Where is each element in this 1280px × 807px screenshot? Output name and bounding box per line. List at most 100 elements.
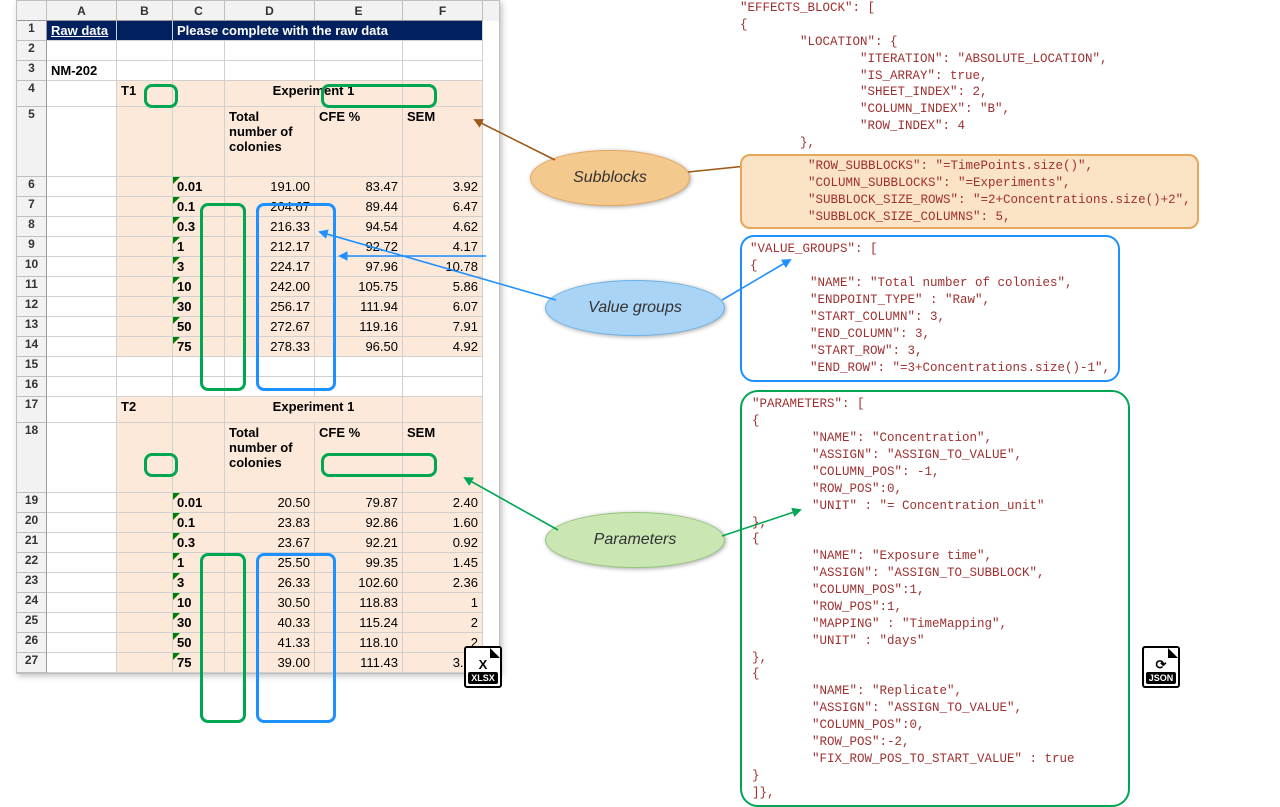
cfe-cell: 79.87 xyxy=(315,493,403,513)
total-cell: 41.33 xyxy=(225,633,315,653)
row-1: 1 Raw data Please complete with the raw … xyxy=(17,21,499,41)
total-cell: 23.83 xyxy=(225,513,315,533)
title-left: Raw data xyxy=(47,21,117,41)
data-row: 91212.1792.724.17 xyxy=(17,237,499,257)
conc-cell: 75 xyxy=(173,653,225,673)
data-row: 103224.1797.9610.78 xyxy=(17,257,499,277)
sem-cell: 2 xyxy=(403,613,483,633)
row-3: 3 NM-202 xyxy=(17,61,499,81)
exp1-cell-t2: Experiment 1 xyxy=(225,397,403,423)
cfe-cell: 92.72 xyxy=(315,237,403,257)
total-cell: 216.33 xyxy=(225,217,315,237)
sem-cell: 6.07 xyxy=(403,297,483,317)
conc-cell: 3 xyxy=(173,257,225,277)
sem-cell: 7.91 xyxy=(403,317,483,337)
corner-cell xyxy=(17,1,47,21)
conc-cell: 0.3 xyxy=(173,533,225,553)
total-cell: 204.67 xyxy=(225,197,315,217)
data-row: 22125.5099.351.45 xyxy=(17,553,499,573)
col-E: E xyxy=(315,1,403,21)
data-row: 200.123.8392.861.60 xyxy=(17,513,499,533)
sem-cell: 5.86 xyxy=(403,277,483,297)
total-cell: 30.50 xyxy=(225,593,315,613)
data-row: 265041.33118.102 xyxy=(17,633,499,653)
data-row: 80.3216.3394.544.62 xyxy=(17,217,499,237)
hdr-sem: SEM xyxy=(403,107,483,177)
total-cell: 25.50 xyxy=(225,553,315,573)
row-17: 17 T2 Experiment 1 xyxy=(17,397,499,423)
total-cell: 40.33 xyxy=(225,613,315,633)
hdr-total: Total number of colonies xyxy=(225,107,315,177)
data-row: 241030.50118.831 xyxy=(17,593,499,613)
sem-cell: 4.17 xyxy=(403,237,483,257)
rownum: 1 xyxy=(17,21,47,41)
column-header-row: A B C D E F xyxy=(17,1,499,21)
conc-cell: 3 xyxy=(173,573,225,593)
data-row: 1475278.3396.504.92 xyxy=(17,337,499,357)
sem-cell: 1 xyxy=(403,593,483,613)
total-cell: 256.17 xyxy=(225,297,315,317)
conc-cell: 50 xyxy=(173,633,225,653)
t1-cell: T1 xyxy=(117,81,173,107)
data-row: 277539.00111.433.04 xyxy=(17,653,499,673)
t2-cell: T2 xyxy=(117,397,173,423)
row-18: 18 Total number of colonies CFE % SEM xyxy=(17,423,499,493)
sem-cell: 6.47 xyxy=(403,197,483,217)
cfe-cell: 89.44 xyxy=(315,197,403,217)
cfe-cell: 96.50 xyxy=(315,337,403,357)
cfe-cell: 99.35 xyxy=(315,553,403,573)
json-panel: "EFFECTS_BLOCK": [ { "LOCATION": { "ITER… xyxy=(740,0,1270,807)
total-cell: 242.00 xyxy=(225,277,315,297)
data-row: 60.01191.0083.473.92 xyxy=(17,177,499,197)
row-4: 4 T1 Experiment 1 xyxy=(17,81,499,107)
cfe-cell: 92.21 xyxy=(315,533,403,553)
hdr-cfe: CFE % xyxy=(315,107,403,177)
col-A: A xyxy=(47,1,117,21)
cfe-cell: 111.94 xyxy=(315,297,403,317)
cfe-cell: 118.83 xyxy=(315,593,403,613)
exp1-cell-t1: Experiment 1 xyxy=(225,81,403,107)
total-cell: 278.33 xyxy=(225,337,315,357)
conc-cell: 30 xyxy=(173,613,225,633)
cfe-cell: 105.75 xyxy=(315,277,403,297)
row-15: 15 xyxy=(17,357,499,377)
data-row: 253040.33115.242 xyxy=(17,613,499,633)
total-cell: 23.67 xyxy=(225,533,315,553)
conc-cell: 75 xyxy=(173,337,225,357)
data-row: 210.323.6792.210.92 xyxy=(17,533,499,553)
bubble-value-groups: Value groups xyxy=(545,280,725,336)
conc-cell: 0.1 xyxy=(173,197,225,217)
conc-cell: 30 xyxy=(173,297,225,317)
conc-cell: 1 xyxy=(173,553,225,573)
col-C: C xyxy=(173,1,225,21)
total-cell: 212.17 xyxy=(225,237,315,257)
total-cell: 39.00 xyxy=(225,653,315,673)
cfe-cell: 115.24 xyxy=(315,613,403,633)
conc-cell: 10 xyxy=(173,277,225,297)
conc-cell: 0.01 xyxy=(173,177,225,197)
row-5: 5 Total number of colonies CFE % SEM xyxy=(17,107,499,177)
total-cell: 191.00 xyxy=(225,177,315,197)
material-cell: NM-202 xyxy=(47,61,117,81)
cfe-cell: 102.60 xyxy=(315,573,403,593)
row-16: 16 xyxy=(17,377,499,397)
sem-cell: 1.45 xyxy=(403,553,483,573)
conc-cell: 0.1 xyxy=(173,513,225,533)
bubble-subblocks: Subblocks xyxy=(530,150,690,206)
sem-cell: 4.92 xyxy=(403,337,483,357)
xlsx-badge: XXLSX xyxy=(464,646,502,688)
conc-cell: 50 xyxy=(173,317,225,337)
sem-cell: 3.92 xyxy=(403,177,483,197)
json-subblocks-box: "ROW_SUBBLOCKS": "=TimePoints.size()", "… xyxy=(740,154,1199,230)
conc-cell: 0.01 xyxy=(173,493,225,513)
conc-cell: 0.3 xyxy=(173,217,225,237)
total-cell: 26.33 xyxy=(225,573,315,593)
data-row: 1350272.67119.167.91 xyxy=(17,317,499,337)
cfe-cell: 94.54 xyxy=(315,217,403,237)
row-2: 2 xyxy=(17,41,499,61)
json-badge: ⟳JSON xyxy=(1142,646,1180,688)
sem-cell: 1.60 xyxy=(403,513,483,533)
data-row: 23326.33102.602.36 xyxy=(17,573,499,593)
json-parameters-box: "PARAMETERS": [ { "NAME": "Concentration… xyxy=(740,390,1130,807)
data-row: 1110242.00105.755.86 xyxy=(17,277,499,297)
